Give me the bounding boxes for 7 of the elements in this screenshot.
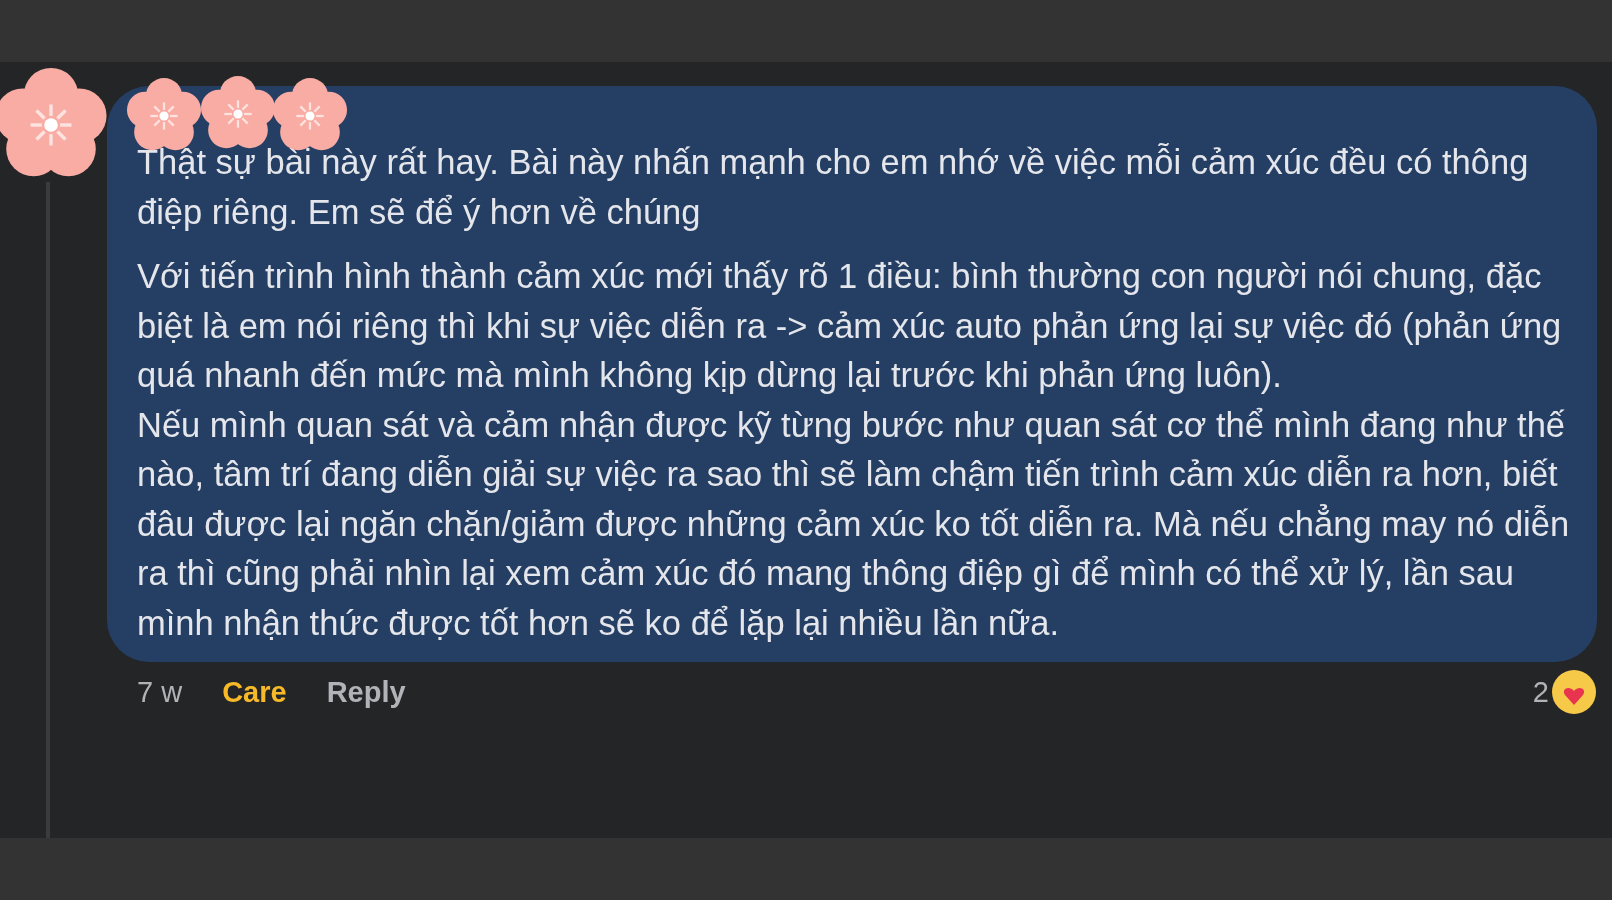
reaction-link[interactable]: Care — [222, 675, 287, 709]
comment-text: Nếu mình quan sát và cảm nhận được kỹ từng bước như quan sát cơ thể mình đang như thế nào, tâm trí đang diễn giải sự việc ra sao thì sẽ làm chậm tiến trình cảm xúc diễn ra hơn, biết đâu được lại ngăn chặn/giảm được những cảm xúc ko tốt diễn ra. Mà nếu chẳng may nó diễn ra thì cũng phải nhìn lại xem cảm xúc đó mang thông điệp gì để mình có thể xử lý, lần sau mình nhận thức được tốt hơn sẽ ko để lặp lại nhiều lần nữa. — [137, 404, 1571, 644]
reply-link[interactable]: Reply — [326, 675, 406, 709]
comment-text: Thật sự bài này rất hay. Bài này nhấn mạnh cho em nhớ về việc mỗi cảm xúc đều có thông điệp riêng. Em sẽ để ý hơn về chúng — [137, 142, 1530, 233]
comment-text: Với tiến trình hình thành cảm xúc mới thấy rõ 1 điều: bình thường con người nói chung, đặc biệt là em nói riêng thì khi sự việc diễn ra -> cảm xúc auto phản ứng lại sự việc đó (phản ứng quá nhanh đến mức mà mình không kịp dừng lại trước khi phản ứng luôn). — [137, 256, 1563, 396]
timestamp: 7 w — [137, 675, 183, 709]
reaction-count: 2 — [1532, 675, 1549, 709]
